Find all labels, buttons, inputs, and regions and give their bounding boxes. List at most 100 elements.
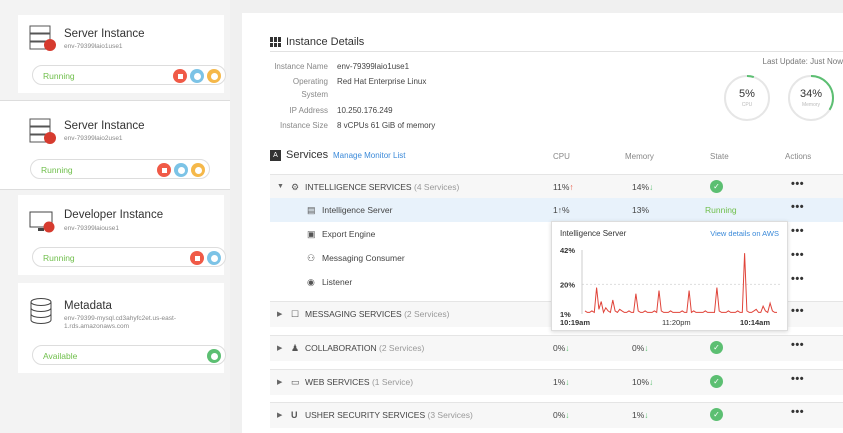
status-text: Running bbox=[43, 71, 75, 81]
instance-card[interactable]: Metadata env-79399-mysql.cd3ahyfc2et.us-… bbox=[18, 283, 226, 373]
service-name: Export Engine bbox=[322, 229, 376, 239]
restart-icon[interactable] bbox=[207, 251, 221, 265]
field-label: Instance Size bbox=[279, 121, 328, 130]
cpu-value: 11%↑ bbox=[553, 182, 574, 192]
service-group-row[interactable]: ▼ ⚙ INTELLIGENCE SERVICES (4 Services) 1… bbox=[270, 174, 843, 198]
service-row[interactable]: ▤ Intelligence Server 1↑% 13% Running ••… bbox=[270, 198, 843, 222]
stop-icon[interactable] bbox=[190, 251, 204, 265]
gauge-label: Memory bbox=[801, 102, 821, 108]
service-name: USHER SECURITY SERVICES (3 Services) bbox=[305, 410, 473, 420]
database-icon bbox=[28, 297, 58, 325]
status-pill: Available bbox=[32, 345, 226, 365]
check-icon: ✓ bbox=[710, 341, 723, 354]
x-tick-label: 11:20pm bbox=[662, 318, 691, 327]
actions-menu-button[interactable]: ••• bbox=[791, 178, 804, 190]
status-text: Running bbox=[43, 253, 75, 263]
web-icon: ▭ bbox=[291, 377, 300, 387]
service-group-row[interactable]: ▶ ♟ COLLABORATION (2 Services) 0%↓ 0%↓ ✓… bbox=[270, 335, 843, 361]
pause-icon[interactable] bbox=[191, 163, 205, 177]
pause-icon[interactable] bbox=[207, 69, 221, 83]
instance-id: env-79399laio2use1 bbox=[64, 135, 123, 142]
instance-card[interactable]: Server Instance env-79399laio1use1 Runni… bbox=[18, 15, 226, 93]
details-header: Instance Details bbox=[270, 36, 364, 48]
instance-id: env-79399laio1use1 bbox=[64, 43, 123, 50]
memory-value: 10%↓ bbox=[632, 377, 654, 387]
details-title: Instance Details bbox=[286, 36, 365, 48]
monitor-icon bbox=[28, 209, 58, 237]
cpu-value: 1↑% bbox=[553, 205, 570, 215]
export-icon: ▣ bbox=[307, 229, 316, 239]
actions-menu-button[interactable]: ••• bbox=[791, 225, 804, 237]
instance-id: env-79399-mysql.cd3ahyfc2et.us-east-1.rd… bbox=[64, 315, 177, 330]
gear-icon: ⚙ bbox=[291, 182, 300, 192]
service-name: Intelligence Server bbox=[322, 205, 393, 215]
restart-icon[interactable] bbox=[174, 163, 188, 177]
refresh-icon[interactable] bbox=[207, 349, 221, 363]
caret-right-icon[interactable]: ▶ bbox=[277, 411, 282, 419]
popup-title: Intelligence Server bbox=[560, 229, 627, 238]
caret-right-icon[interactable]: ▶ bbox=[277, 344, 282, 352]
service-name: Listener bbox=[322, 277, 353, 287]
stop-icon[interactable] bbox=[157, 163, 171, 177]
instance-title: Server Instance bbox=[64, 120, 145, 132]
memory-value: 0%↓ bbox=[632, 343, 649, 353]
x-tick-label: 10:19am bbox=[560, 318, 590, 327]
actions-menu-button[interactable]: ••• bbox=[791, 273, 804, 285]
col-actions: Actions bbox=[785, 152, 812, 161]
view-details-aws-link[interactable]: View details on AWS bbox=[710, 229, 779, 238]
caret-right-icon[interactable]: ▶ bbox=[277, 310, 282, 318]
instance-sidebar: Server Instance env-79399laio1use1 Runni… bbox=[0, 0, 230, 433]
instance-card-selected[interactable]: Server Instance env-79399laio2use1 Runni… bbox=[0, 100, 230, 190]
gauge-value: 5% bbox=[739, 88, 755, 100]
messaging-icon: ☐ bbox=[291, 309, 300, 319]
stop-icon[interactable] bbox=[173, 69, 187, 83]
actions-menu-button[interactable]: ••• bbox=[791, 339, 804, 351]
grid-icon bbox=[270, 37, 282, 47]
status-pill: Running bbox=[32, 247, 226, 267]
actions-menu-button[interactable]: ••• bbox=[791, 373, 804, 385]
cpu-value: 0%↓ bbox=[553, 410, 570, 420]
col-cpu: CPU bbox=[553, 152, 570, 161]
gauge-value: 34% bbox=[799, 88, 823, 100]
cpu-value: 1%↓ bbox=[553, 377, 570, 387]
y-tick-label: 42% bbox=[560, 246, 575, 255]
usher-icon: U bbox=[291, 410, 298, 420]
service-group-row[interactable]: ▶ ▭ WEB SERVICES (1 Service) 1%↓ 10%↓ ✓ … bbox=[270, 369, 843, 395]
gauge-label: CPU bbox=[741, 102, 753, 108]
col-state: State bbox=[710, 152, 729, 161]
caret-right-icon[interactable]: ▶ bbox=[277, 378, 282, 386]
service-name: WEB SERVICES (1 Service) bbox=[305, 377, 414, 387]
check-icon: ✓ bbox=[710, 408, 723, 421]
service-group-row[interactable]: ▶ U USHER SECURITY SERVICES (3 Services)… bbox=[270, 402, 843, 428]
collaboration-icon: ♟ bbox=[291, 343, 300, 353]
listener-icon: ◉ bbox=[307, 277, 315, 287]
memory-gauge: 34% Memory bbox=[786, 73, 836, 123]
server-icon bbox=[28, 118, 58, 146]
field-label: System bbox=[301, 90, 328, 99]
actions-menu-button[interactable]: ••• bbox=[791, 201, 804, 213]
manage-monitor-link[interactable]: Manage Monitor List bbox=[333, 151, 405, 160]
field-label: IP Address bbox=[289, 106, 328, 115]
instance-title: Server Instance bbox=[64, 28, 145, 40]
y-tick-label: 20% bbox=[560, 280, 575, 289]
server-icon: ▤ bbox=[307, 205, 316, 215]
restart-icon[interactable] bbox=[190, 69, 204, 83]
check-icon: ✓ bbox=[710, 180, 723, 193]
memory-value: 13% bbox=[632, 205, 650, 215]
status-text: Available bbox=[43, 351, 78, 361]
service-name: Messaging Consumer bbox=[322, 253, 405, 263]
server-icon bbox=[28, 25, 58, 53]
check-icon: ✓ bbox=[710, 375, 723, 388]
messaging-icon: ⚇ bbox=[307, 253, 316, 263]
field-label: Operating bbox=[292, 77, 328, 86]
field-value: 10.250.176.249 bbox=[337, 106, 393, 115]
memory-value: 14%↓ bbox=[632, 182, 654, 192]
service-name: INTELLIGENCE SERVICES (4 Services) bbox=[305, 182, 460, 192]
actions-menu-button[interactable]: ••• bbox=[791, 406, 804, 418]
actions-menu-button[interactable]: ••• bbox=[791, 249, 804, 261]
caret-down-icon[interactable]: ▼ bbox=[277, 183, 284, 190]
instance-card[interactable]: Developer Instance env-79399laiouse1 Run… bbox=[18, 195, 226, 275]
status-text: Running bbox=[41, 165, 73, 175]
actions-menu-button[interactable]: ••• bbox=[791, 305, 804, 317]
instance-title: Developer Instance bbox=[64, 209, 164, 221]
